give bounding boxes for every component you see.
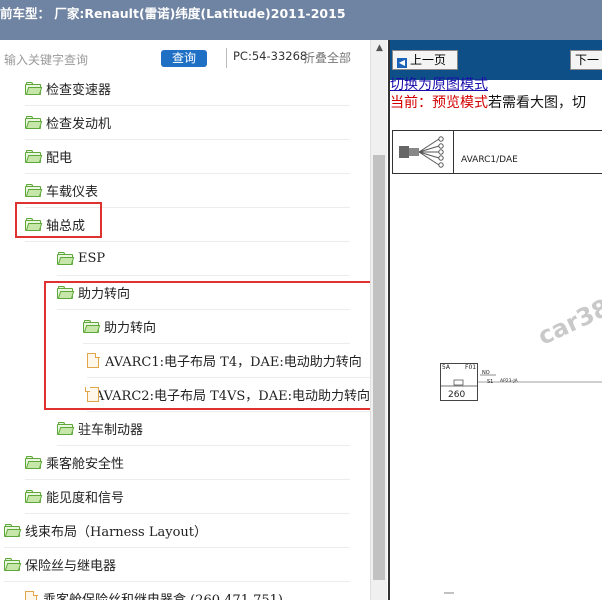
wire-s1-label: S1 xyxy=(487,379,494,385)
query-button[interactable]: 查询 xyxy=(161,50,207,67)
file-icon xyxy=(25,590,38,600)
diagram-lines xyxy=(440,374,602,594)
wire-no-label: NO xyxy=(482,370,490,376)
highlight-box-axle xyxy=(15,202,102,238)
next-page-label: 下一 xyxy=(575,53,600,67)
tree-item-cabin-safety[interactable]: 乘客舱安全性 xyxy=(25,446,350,480)
folder-icon xyxy=(25,82,43,95)
wire-code-label: AP23-JA xyxy=(500,379,518,384)
window-title: 前车型： 厂家:Renault(雷诺)纬度(Latitude)2011-2015 xyxy=(0,6,346,21)
tree-item-esp[interactable]: ESP xyxy=(57,242,350,276)
switch-original-mode-link[interactable]: 切换为原图模式 xyxy=(390,74,488,94)
scroll-up-arrow-icon[interactable]: ▲ xyxy=(371,40,388,57)
collapse-all-link[interactable]: 折叠全部 xyxy=(303,49,351,66)
divider xyxy=(226,48,227,68)
tree-item-power-distribution[interactable]: 配电 xyxy=(25,140,350,174)
folder-icon xyxy=(25,490,43,503)
tree-item-cabin-fuse-box[interactable]: 乘客舱保险丝和继电器盒 (260,471,751) xyxy=(25,582,350,600)
folder-icon xyxy=(57,252,75,265)
folder-icon xyxy=(4,558,22,571)
folder-icon xyxy=(4,524,22,537)
tree-panel: 查询 PC:54-33268 折叠全部 检查变速器 检查发动机 配电 车载仪表 … xyxy=(0,40,370,600)
tree-item-label: ESP xyxy=(78,251,106,266)
tree-item-label: 配电 xyxy=(46,151,73,166)
tree-item-label: 乘客舱保险丝和继电器盒 (260,471,751) xyxy=(43,589,283,600)
tree-item-label: 检查变速器 xyxy=(46,83,112,98)
tree-item-label: 能见度和信号 xyxy=(46,491,125,506)
tree-item-fuses-relays[interactable]: 保险丝与继电器 xyxy=(4,548,350,582)
arrow-left-icon: ◀ xyxy=(397,58,407,68)
wiring-diagram[interactable]: AVARC1/DAE car38 5A F01 260 NO S1 AP23-J… xyxy=(390,128,602,600)
scroll-thumb[interactable] xyxy=(373,155,385,580)
search-input[interactable] xyxy=(4,51,154,69)
diagram-viewer: ◀ 上一页 下一 切换为原图模式 当前：预览模式若需看大图，切 AVARC1/D… xyxy=(388,40,602,600)
tree-item-check-engine[interactable]: 检查发动机 xyxy=(25,106,350,140)
prev-page-button[interactable]: ◀ 上一页 xyxy=(392,50,458,70)
window-title-bar: 前车型： 厂家:Renault(雷诺)纬度(Latitude)2011-2015 xyxy=(0,0,602,40)
tree-scrollbar[interactable]: ▲ xyxy=(370,40,387,600)
tree-item-parking-brake[interactable]: 驻车制动器 xyxy=(57,412,350,446)
tree-item-label: 车载仪表 xyxy=(46,185,99,200)
search-row: 查询 PC:54-33268 折叠全部 xyxy=(0,40,370,76)
tree-item-label: 驻车制动器 xyxy=(78,423,144,438)
folder-icon xyxy=(57,422,75,435)
pc-code-label: PC:54-33268 xyxy=(233,49,308,63)
preview-hint: 若需看大图，切 xyxy=(488,95,586,111)
tree-item-label: 保险丝与继电器 xyxy=(25,559,117,574)
folder-icon xyxy=(25,456,43,469)
folder-icon xyxy=(25,150,43,163)
folder-icon xyxy=(25,184,43,197)
tree-item-label: 检查发动机 xyxy=(46,117,112,132)
tree-item-label: 线束布局（Harness Layout） xyxy=(25,525,207,540)
preview-mode-label: 当前：预览模式 xyxy=(390,95,488,111)
prev-page-label: 上一页 xyxy=(410,53,447,67)
tree-item-visibility-signals[interactable]: 能见度和信号 xyxy=(25,480,350,514)
tree-item-harness-layout[interactable]: 线束布局（Harness Layout） xyxy=(4,514,350,548)
tree-item-check-transmission[interactable]: 检查变速器 xyxy=(25,72,350,106)
highlight-box-power-steering xyxy=(44,281,370,410)
next-page-button[interactable]: 下一 xyxy=(570,50,602,70)
tree-item-label: 乘客舱安全性 xyxy=(46,457,125,472)
preview-mode-line: 当前：预览模式若需看大图，切 xyxy=(390,92,586,112)
folder-icon xyxy=(25,116,43,129)
